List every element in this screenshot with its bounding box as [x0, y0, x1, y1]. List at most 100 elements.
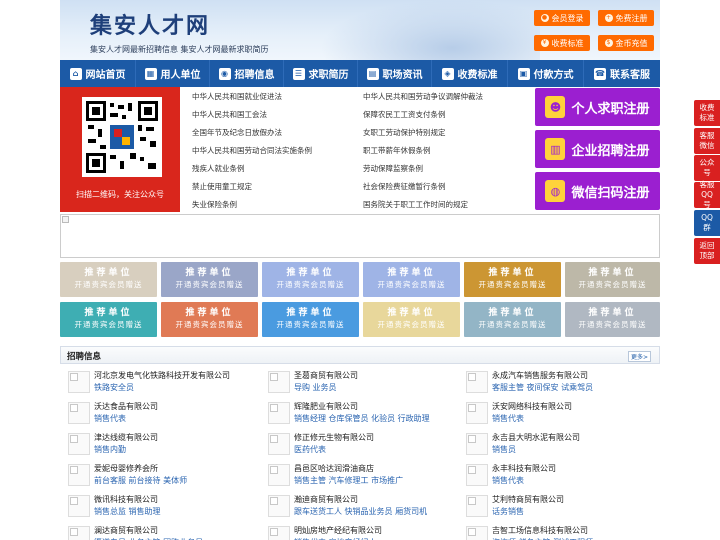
- vip-tile[interactable]: 推荐单位 开通贵宾会员赠送: [60, 262, 157, 297]
- company-name[interactable]: 沃达食品有限公司: [94, 401, 158, 412]
- law-link[interactable]: 中华人民共和国劳动争议调解仲裁法: [363, 91, 483, 102]
- job-positions[interactable]: 销售代表: [492, 413, 524, 424]
- vip-tile[interactable]: 推荐单位 开通贵宾会员赠送: [262, 262, 359, 297]
- login-button[interactable]: ● 会员登录: [534, 10, 590, 26]
- vip-tile[interactable]: 推荐单位 开通贵宾会员赠送: [60, 302, 157, 337]
- personal-register-button[interactable]: ☻ 个人求职注册: [535, 88, 660, 126]
- company-name[interactable]: 微讯科技有限公司: [94, 494, 158, 505]
- law-link[interactable]: 中华人民共和国就业促进法: [192, 91, 282, 102]
- company-logo[interactable]: [268, 433, 290, 455]
- law-link[interactable]: 中华人民共和国劳动合同法实施条例: [192, 145, 312, 156]
- nav-news[interactable]: ▤ 职场资讯: [358, 60, 432, 87]
- site-title[interactable]: 集安人才网: [90, 8, 210, 40]
- company-name[interactable]: 津达线缆有限公司: [94, 432, 158, 443]
- job-positions[interactable]: 话务销售: [492, 506, 524, 517]
- company-logo[interactable]: [268, 464, 290, 486]
- company-logo[interactable]: [466, 526, 488, 540]
- vip-tile[interactable]: 推荐单位 开通贵宾会员赠送: [363, 262, 460, 297]
- company-register-button[interactable]: ▥ 企业招聘注册: [535, 130, 660, 168]
- vip-tile[interactable]: 推荐单位 开通贵宾会员赠送: [161, 262, 258, 297]
- company-logo[interactable]: [68, 495, 90, 517]
- company-logo[interactable]: [68, 371, 90, 393]
- law-link[interactable]: 失业保险条例: [192, 199, 237, 210]
- company-name[interactable]: 爱妮母婴修养会所: [94, 463, 158, 474]
- company-logo[interactable]: [466, 495, 488, 517]
- company-name[interactable]: 沃安网络科技有限公司: [492, 401, 572, 412]
- float-button[interactable]: 收费标准: [694, 100, 720, 126]
- job-positions[interactable]: 销售总监 销售助理: [94, 506, 161, 517]
- float-button[interactable]: 公众号: [694, 155, 720, 181]
- company-logo[interactable]: [68, 526, 90, 540]
- nav-payment[interactable]: ▣ 付款方式: [508, 60, 584, 87]
- job-positions[interactable]: 跟车送货工人 快销品业务员 厢货司机: [294, 506, 427, 517]
- law-link[interactable]: 保障农民工工资支付条例: [363, 109, 446, 120]
- company-name[interactable]: 修正修元生物有限公司: [294, 432, 374, 443]
- job-positions[interactable]: 医药代表: [294, 444, 326, 455]
- ad-banner[interactable]: [60, 214, 660, 258]
- law-link[interactable]: 女职工劳动保护特别规定: [363, 127, 446, 138]
- float-button[interactable]: 客服QQ号: [694, 180, 720, 209]
- company-logo[interactable]: [268, 526, 290, 540]
- company-logo[interactable]: [68, 464, 90, 486]
- law-link[interactable]: 全国年节及纪念日放假办法: [192, 127, 282, 138]
- company-name[interactable]: 圣葛商贸有限公司: [294, 370, 358, 381]
- job-positions[interactable]: 销售员: [492, 444, 516, 455]
- job-positions[interactable]: 前台客服 前台接待 美体师: [94, 475, 187, 486]
- company-logo[interactable]: [268, 495, 290, 517]
- law-link[interactable]: 社会保险费征缴暂行条例: [363, 181, 446, 192]
- coin-recharge-button[interactable]: $ 金币充值: [598, 35, 654, 51]
- company-name[interactable]: 吉智工场信息科技有限公司: [492, 525, 588, 536]
- nav-resumes[interactable]: ☰ 求职简历: [284, 60, 358, 87]
- nav-contact[interactable]: ☎ 联系客服: [584, 60, 660, 87]
- company-logo[interactable]: [466, 402, 488, 424]
- law-link[interactable]: 禁止使用童工规定: [192, 181, 252, 192]
- company-logo[interactable]: [466, 464, 488, 486]
- company-name[interactable]: 瀚迪商贸有限公司: [294, 494, 358, 505]
- company-name[interactable]: 昌邑区哈达润滑油商店: [294, 463, 374, 474]
- job-positions[interactable]: 销售主管 汽车修理工 市场推广: [294, 475, 403, 486]
- company-name[interactable]: 河北京发电气化铁路科技开发有限公司: [94, 370, 230, 381]
- company-logo[interactable]: [268, 402, 290, 424]
- job-positions[interactable]: 销售经理 仓库保管员 化验员 行政助理: [294, 413, 430, 424]
- nav-jobs[interactable]: ◉ 招聘信息: [210, 60, 284, 87]
- vip-tile[interactable]: 推荐单位 开通贵宾会员赠送: [363, 302, 460, 337]
- job-positions[interactable]: 导购 业务员: [294, 382, 337, 393]
- job-positions[interactable]: 销售代表: [492, 475, 524, 486]
- nav-home[interactable]: ⌂ 网站首页: [60, 60, 136, 87]
- vip-tile[interactable]: 推荐单位 开通贵宾会员赠送: [262, 302, 359, 337]
- company-name[interactable]: 永成汽车销售服务有限公司: [492, 370, 588, 381]
- company-logo[interactable]: [68, 402, 90, 424]
- float-button[interactable]: 客服微信: [694, 128, 720, 154]
- law-link[interactable]: 残疾人就业条例: [192, 163, 245, 174]
- job-positions[interactable]: 客服主管 夜间保安 试乘驾员: [492, 382, 593, 393]
- float-button[interactable]: 返回顶部: [694, 238, 720, 264]
- company-name[interactable]: 艾利特商贸有限公司: [492, 494, 564, 505]
- fee-standard-button[interactable]: ¥ 收费标准: [534, 35, 590, 51]
- vip-tile[interactable]: 推荐单位 开通贵宾会员赠送: [464, 302, 561, 337]
- law-link[interactable]: 中华人民共和国工会法: [192, 109, 267, 120]
- job-positions[interactable]: 销售代表: [94, 413, 126, 424]
- company-name[interactable]: 永丰科技有限公司: [492, 463, 556, 474]
- company-name[interactable]: 澜达商贸有限公司: [94, 525, 158, 536]
- float-button[interactable]: QQ群: [694, 210, 720, 236]
- register-button[interactable]: + 免费注册: [598, 10, 654, 26]
- job-positions[interactable]: 销售内勤: [94, 444, 126, 455]
- company-logo[interactable]: [466, 371, 488, 393]
- company-name[interactable]: 永吉县大明水泥有限公司: [492, 432, 580, 443]
- vip-tile[interactable]: 推荐单位 开通贵宾会员赠送: [161, 302, 258, 337]
- law-link[interactable]: 劳动保障监察条例: [363, 163, 423, 174]
- vip-tile[interactable]: 推荐单位 开通贵宾会员赠送: [565, 302, 660, 337]
- company-logo[interactable]: [268, 371, 290, 393]
- nav-employers[interactable]: ▦ 用人单位: [136, 60, 210, 87]
- nav-fees[interactable]: ◈ 收费标准: [432, 60, 508, 87]
- law-link[interactable]: 职工带薪年休假条例: [363, 145, 431, 156]
- vip-tile[interactable]: 推荐单位 开通贵宾会员赠送: [464, 262, 561, 297]
- job-positions[interactable]: 铁路安全员: [94, 382, 134, 393]
- wechat-register-button[interactable]: ◍ 微信扫码注册: [535, 172, 660, 210]
- vip-tile[interactable]: 推荐单位 开通贵宾会员赠送: [565, 262, 660, 297]
- company-name[interactable]: 辉隆肥业有限公司: [294, 401, 358, 412]
- more-link[interactable]: 更多>: [627, 351, 651, 362]
- company-name[interactable]: 明灿房地产经纪有限公司: [294, 525, 382, 536]
- company-logo[interactable]: [68, 433, 90, 455]
- law-link[interactable]: 国务院关于职工工作时间的规定: [363, 199, 468, 210]
